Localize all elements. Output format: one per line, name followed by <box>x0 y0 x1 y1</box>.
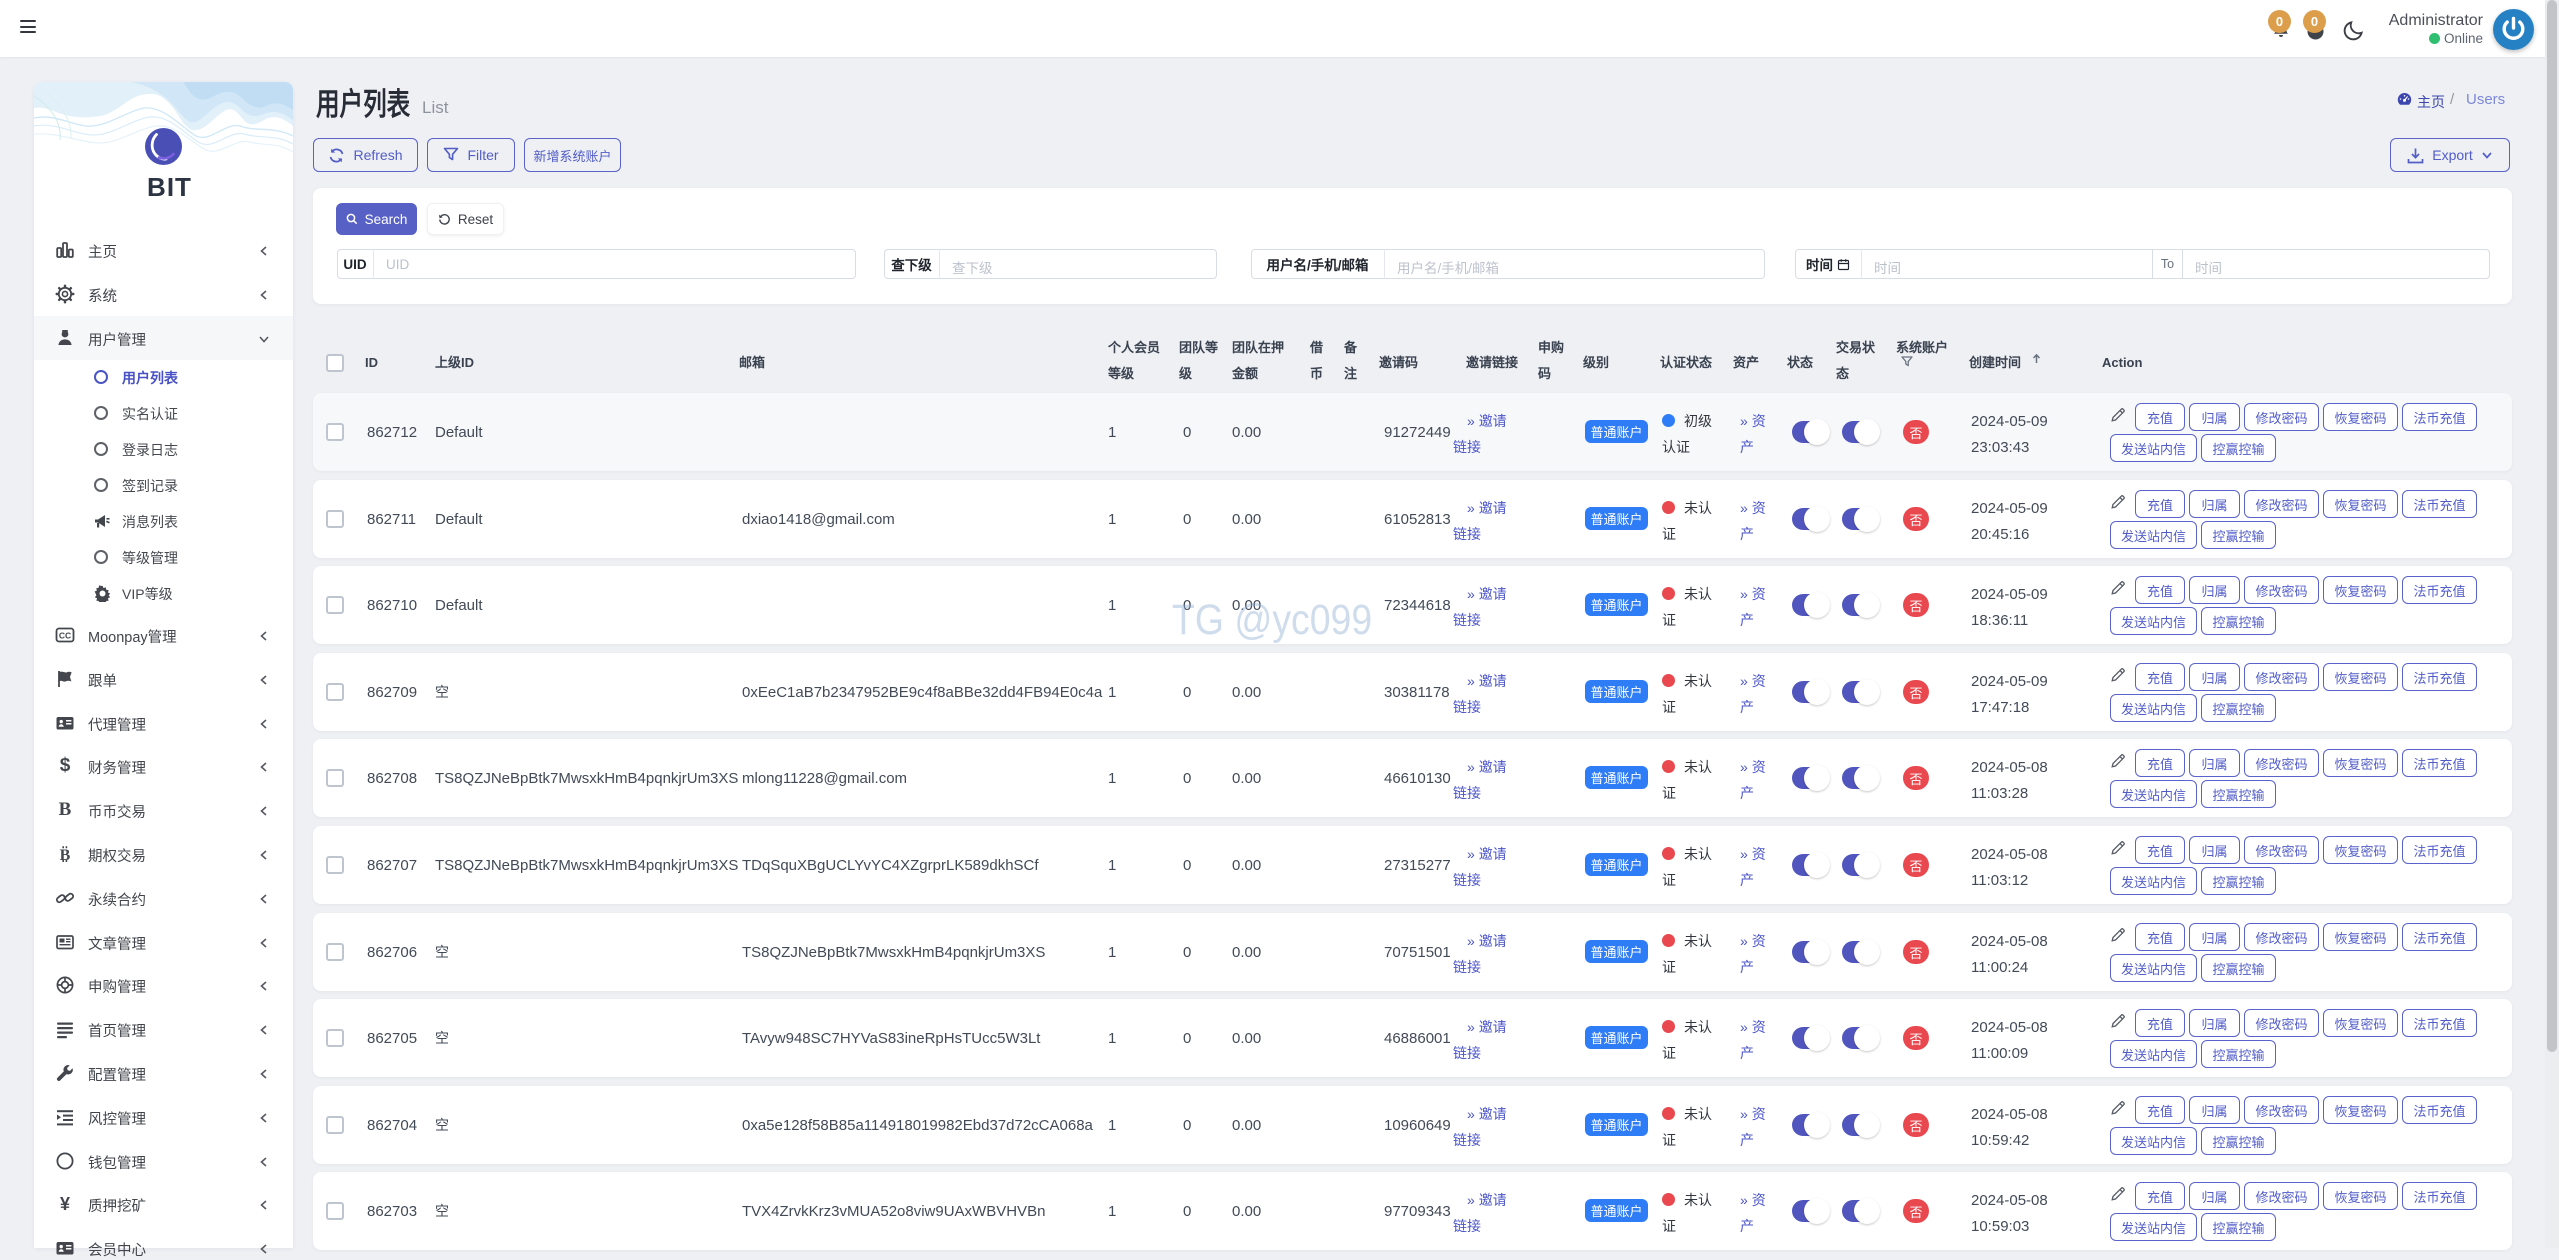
svg-text:CC: CC <box>59 630 71 640</box>
svg-text:B: B <box>60 847 71 864</box>
